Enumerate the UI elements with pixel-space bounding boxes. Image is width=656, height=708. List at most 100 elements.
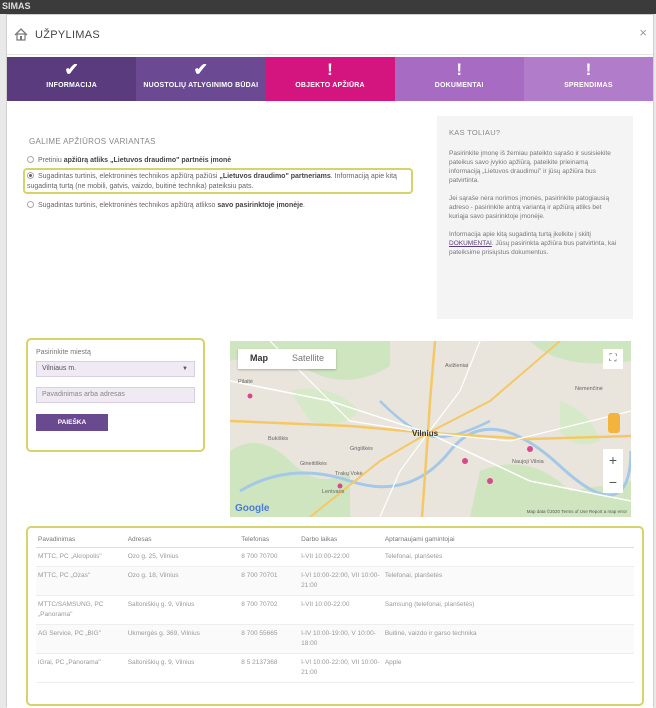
exclamation-icon: ! bbox=[327, 60, 333, 79]
map-place-label: Avižieniai bbox=[445, 363, 469, 369]
tab-satellite[interactable]: Satellite bbox=[280, 349, 336, 369]
info-panel: KAS TOLIAU? Pasirinkite įmonę iš žemiau … bbox=[437, 116, 633, 319]
zoom-control: + − bbox=[603, 449, 623, 493]
tab-map[interactable]: Map bbox=[238, 349, 280, 369]
table-cell: 8 700 70701 bbox=[239, 566, 300, 596]
table-row[interactable]: AG Service, PC „BIG" Ukmergės g. 369, Vi… bbox=[36, 624, 634, 654]
table-cell: I-VII 10:00-22:00 bbox=[299, 595, 383, 625]
table-cell: Samsung (telefonai, planšetės) bbox=[382, 595, 634, 625]
step-dokumentai[interactable]: ! DOKUMENTAI bbox=[394, 57, 524, 101]
table-cell: Ozo g. 18, Vilnius bbox=[125, 566, 240, 596]
radio-button-selected[interactable] bbox=[27, 172, 34, 179]
step-sprendimas[interactable]: ! SPRENDIMAS bbox=[523, 57, 654, 101]
table-cell: Telefonai, planšetės bbox=[382, 566, 634, 596]
table-row[interactable]: MTTC/SAMSUNG, PC „Panorama" Saltoniškių … bbox=[36, 595, 634, 625]
checkmark-icon: ✔ bbox=[193, 60, 208, 79]
map-place-label: Bukiškis bbox=[268, 436, 289, 442]
radio-option-3[interactable]: Sugadintas turtinis, elektroninės techni… bbox=[27, 201, 427, 211]
radio-option-2[interactable]: Sugadintas turtinis, elektroninės techni… bbox=[27, 172, 407, 192]
table-cell: MTTC/SAMSUNG, PC „Panorama" bbox=[36, 595, 126, 625]
table-cell: Buitinė, vaizdo ir garso technika bbox=[382, 624, 634, 654]
map-place-label: Naujoji Vilnia bbox=[512, 459, 544, 465]
column-header: Aptarnaujami gamintojai bbox=[382, 534, 634, 548]
step-label: DOKUMENTAI bbox=[434, 82, 484, 89]
table-cell: Saltoniškių g. 9, Vilnius bbox=[125, 653, 240, 683]
table-cell: I-IV 10:00-19:00, V 10:00-18:00 bbox=[299, 624, 383, 654]
window-title: UŽPYLIMAS bbox=[35, 29, 101, 41]
zoom-out-button[interactable]: − bbox=[603, 471, 623, 493]
table-cell: MTTC, PC „Ozas" bbox=[36, 566, 126, 596]
step-label: NUOSTOLIŲ ATLYGINIMO BŪDAI bbox=[143, 82, 259, 89]
exclamation-icon: ! bbox=[585, 60, 592, 79]
radio-button[interactable] bbox=[27, 156, 34, 163]
table-row[interactable]: MTTC, PC „Akropolis" Ozo g. 25, Vilnius … bbox=[36, 547, 634, 567]
house-icon bbox=[14, 28, 28, 41]
table-cell: Ozo g. 25, Vilnius bbox=[125, 547, 240, 567]
table-header-row: Pavadinimas Adresas Telefonas Darbo laik… bbox=[36, 534, 634, 548]
exclamation-icon: ! bbox=[456, 60, 463, 79]
info-paragraph: Pasirinkite įmonę iš žemiau pateikto sąr… bbox=[449, 150, 611, 184]
radio-button[interactable] bbox=[27, 201, 34, 208]
table-cell: 8 700 70702 bbox=[239, 595, 300, 625]
table-cell: I-VII 10:00-22:00 bbox=[299, 547, 383, 567]
info-heading: KAS TOLIAU? bbox=[449, 128, 501, 137]
info-paragraph: Informacija apie kitą sugadintą turtą įk… bbox=[449, 231, 617, 256]
step-label: INFORMACIJA bbox=[46, 82, 97, 89]
step-informacija[interactable]: ✔ INFORMACIJA bbox=[7, 57, 137, 101]
column-header: Telefonas bbox=[239, 534, 300, 548]
info-paragraph: Jei sąraše nėra norimos įmonės, pasirink… bbox=[449, 195, 610, 220]
step-objekto-apziura[interactable]: ! OBJEKTO APŽIŪRA bbox=[265, 57, 395, 101]
main-content: GALIME APŽIŪROS VARIANTAS Pretiniu apžiū… bbox=[7, 101, 653, 708]
map-place-label: Gineitiškės bbox=[300, 461, 327, 467]
map-place-label: Grigiškės bbox=[350, 446, 373, 452]
column-header: Adresas bbox=[125, 534, 240, 548]
map-place-label: Pilaitė bbox=[238, 379, 253, 385]
city-label: Pasirinkite miestą bbox=[36, 349, 91, 356]
column-header: Pavadinimas bbox=[36, 534, 126, 548]
os-title: SIMAS bbox=[2, 1, 31, 11]
table-cell: Apple bbox=[382, 653, 634, 683]
progress-steps: ✔ INFORMACIJA ✔ NUOSTOLIŲ ATLYGINIMO BŪD… bbox=[7, 57, 654, 101]
options-heading: GALIME APŽIŪROS VARIANTAS bbox=[29, 137, 156, 146]
map-place-label: Nemenčinė bbox=[575, 386, 603, 392]
table-row[interactable]: iGrai, PC „Panorama" Saltoniškių g. 9, V… bbox=[36, 653, 634, 683]
map-credits[interactable]: Map data ©2020 Terms of Use Report a map… bbox=[527, 509, 627, 514]
street-view-pegman-icon[interactable] bbox=[608, 413, 620, 433]
window-titlebar: UŽPYLIMAS × bbox=[7, 15, 653, 55]
table-cell: iGrai, PC „Panorama" bbox=[36, 653, 126, 683]
table-cell: 8 700 70700 bbox=[239, 547, 300, 567]
chevron-down-icon: ▼ bbox=[182, 366, 188, 372]
app: SIMAS UŽPYLIMAS × ✔ INFORMACIJA ✔ NUOSTO… bbox=[0, 0, 656, 708]
close-icon[interactable]: × bbox=[639, 25, 647, 40]
search-panel: Pasirinkite miestą Vilniaus m. ▼ Pavadin… bbox=[26, 338, 205, 452]
table-cell: I-VI 10:00-22:00, VII 10:00-21:00 bbox=[299, 653, 383, 683]
service-table: Pavadinimas Adresas Telefonas Darbo laik… bbox=[36, 534, 634, 683]
fullscreen-icon[interactable]: ⛶ bbox=[603, 349, 623, 369]
table-cell: 8 5 2137368 bbox=[239, 653, 300, 683]
table-cell: Saltoniškių g. 9, Vilnius bbox=[125, 595, 240, 625]
radio-option-1[interactable]: Pretiniu apžiūrą atliks „Lietuvos draudi… bbox=[27, 156, 427, 166]
map-place-label: Trakų Vokė bbox=[335, 471, 363, 477]
zoom-in-button[interactable]: + bbox=[603, 449, 623, 471]
google-logo: Google bbox=[235, 503, 270, 514]
map-place-label: Lentvaris bbox=[322, 489, 345, 495]
step-label: SPRENDIMAS bbox=[564, 82, 613, 89]
table-cell: 8 700 55665 bbox=[239, 624, 300, 654]
os-title-bar: SIMAS bbox=[0, 0, 656, 14]
service-table-panel: Pavadinimas Adresas Telefonas Darbo laik… bbox=[26, 526, 644, 706]
table-cell: AG Service, PC „BIG" bbox=[36, 624, 126, 654]
step-nuostoliu-budai[interactable]: ✔ NUOSTOLIŲ ATLYGINIMO BŪDAI bbox=[136, 57, 266, 101]
search-input[interactable]: Pavadinimas arba adresas bbox=[36, 387, 195, 403]
search-button[interactable]: PAIEŠKA bbox=[36, 414, 108, 431]
table-row[interactable]: MTTC, PC „Ozas" Ozo g. 18, Vilnius 8 700… bbox=[36, 566, 634, 596]
step-label: OBJEKTO APŽIŪRA bbox=[295, 82, 365, 89]
documents-link[interactable]: DOKUMENTAI bbox=[449, 240, 492, 247]
table-cell: Ukmergės g. 369, Vilnius bbox=[125, 624, 240, 654]
city-select[interactable]: Vilniaus m. ▼ bbox=[36, 361, 195, 377]
dialog-window: UŽPYLIMAS × ✔ INFORMACIJA ✔ NUOSTOLIŲ AT… bbox=[6, 14, 654, 708]
map-widget[interactable]: Map Satellite ⛶ + − Vilnius Pilaitė Buki… bbox=[230, 341, 631, 517]
map-city-label: Vilnius bbox=[412, 429, 439, 438]
table-cell: Telefonai, planšetės bbox=[382, 547, 634, 567]
checkmark-icon: ✔ bbox=[64, 60, 79, 79]
column-header: Darbo laikas bbox=[299, 534, 383, 548]
